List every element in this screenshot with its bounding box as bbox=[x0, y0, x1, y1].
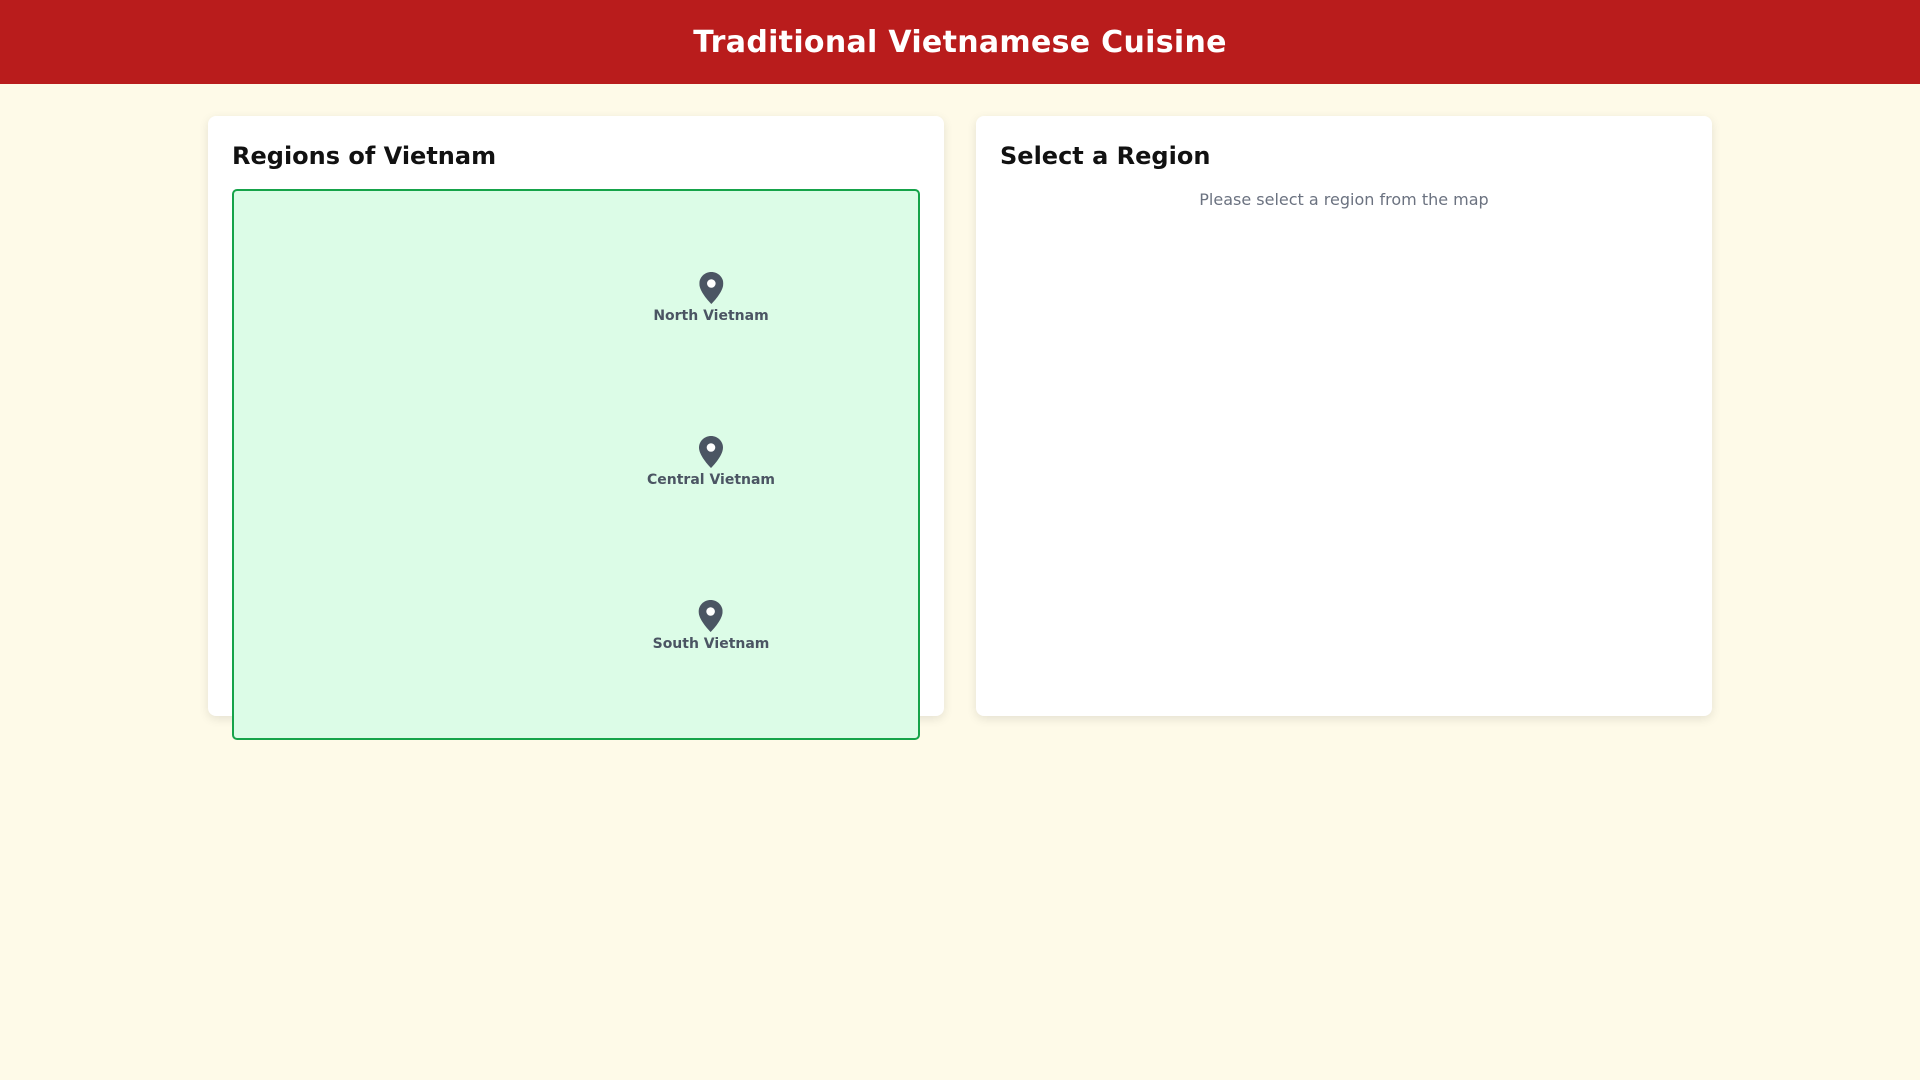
map-pin-icon bbox=[698, 272, 723, 304]
page-title: Traditional Vietnamese Cuisine bbox=[693, 24, 1227, 60]
region-label-south: South Vietnam bbox=[652, 636, 770, 652]
region-placeholder-text: Please select a region from the map bbox=[1199, 190, 1489, 209]
regions-panel: Regions of Vietnam North Vietnam Central… bbox=[208, 116, 944, 740]
map-pin-icon bbox=[699, 436, 723, 468]
region-detail-panel: Select a Region Please select a region f… bbox=[976, 116, 1712, 716]
region-marker-central[interactable]: Central Vietnam bbox=[647, 436, 775, 488]
region-detail-title: Select a Region bbox=[1000, 142, 1211, 170]
vietnam-map[interactable]: North Vietnam Central Vietnam South Viet… bbox=[232, 189, 920, 740]
app-header: Traditional Vietnamese Cuisine bbox=[0, 0, 1920, 84]
regions-panel-title: Regions of Vietnam bbox=[232, 142, 497, 170]
region-marker-north[interactable]: North Vietnam bbox=[653, 272, 769, 324]
region-marker-south[interactable]: South Vietnam bbox=[652, 600, 770, 652]
region-label-north: North Vietnam bbox=[653, 308, 769, 324]
region-label-central: Central Vietnam bbox=[646, 472, 776, 488]
map-pin-icon bbox=[699, 600, 723, 632]
